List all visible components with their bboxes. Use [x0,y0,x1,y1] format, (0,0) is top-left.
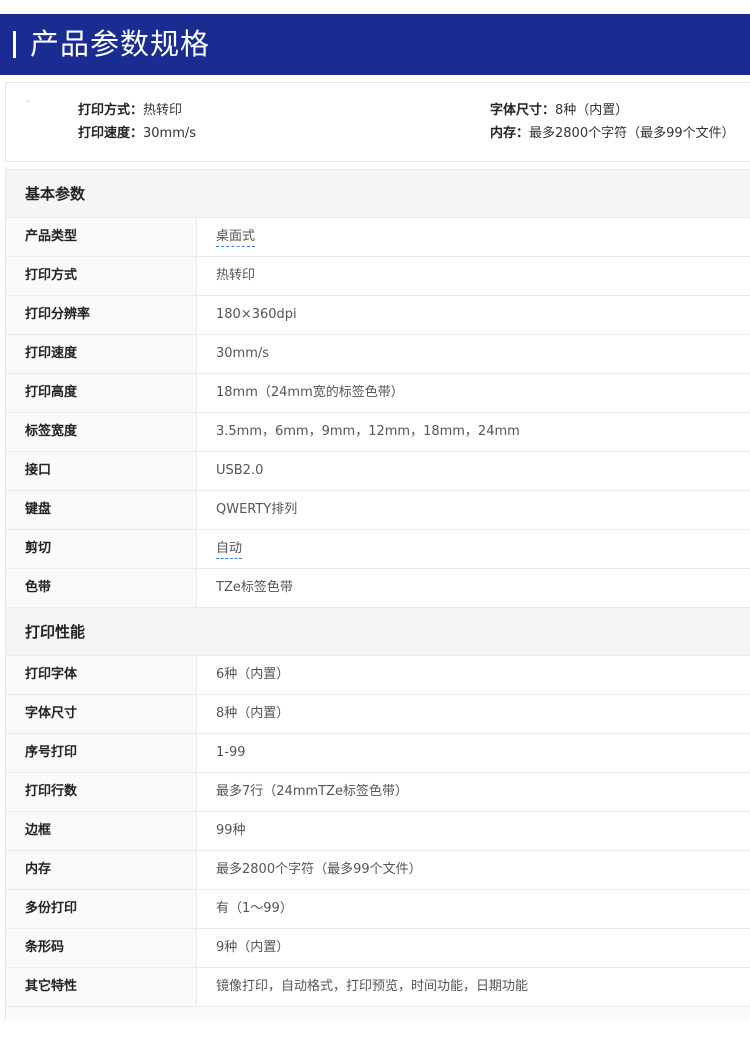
table-row: 产品类型 桌面式 [6,218,750,257]
summary-print-speed: 打印速度：30mm/s [78,126,197,141]
summary-font-size: 字体尺寸：8种（内置） [490,103,629,118]
row-value: 8种（内置） [216,706,290,721]
table-row: 条形码 9种（内置） [6,929,750,968]
table-row: 边框 99种 [6,812,750,851]
row-label: 多份打印 [25,901,78,916]
table-row: 打印高度 18mm（24mm宽的标签色带） [6,374,750,413]
banner-accent-bar [13,31,16,58]
row-value: QWERTY排列 [216,502,298,517]
table-row: 剪切 自动 [6,530,750,569]
row-label: 键盘 [25,502,52,517]
row-value: 3.5mm，6mm，9mm，12mm，18mm，24mm [216,424,520,439]
table-row: 标签宽度 3.5mm，6mm，9mm，12mm，18mm，24mm [6,413,750,452]
table-row: 打印方式 热转印 [6,257,750,296]
row-label: 字体尺寸 [25,706,78,721]
row-value: 镜像打印，自动格式，打印预览，时间功能，日期功能 [216,979,529,994]
row-value: 18mm（24mm宽的标签色带） [216,385,404,400]
row-label: 打印行数 [25,784,78,799]
bullet-icon [26,99,30,103]
row-label: 其它特性 [25,979,78,994]
row-value: TZe标签色带 [216,580,293,595]
row-label: 标签宽度 [25,424,78,439]
section-header-performance: 打印性能 [6,608,750,656]
table-row: 其它特性 镜像打印，自动格式，打印预览，时间功能，日期功能 [6,968,750,1007]
row-label: 打印分辨率 [25,307,91,322]
row-value: 99种 [216,823,246,838]
cutter-link[interactable]: 自动 [216,540,243,559]
summary-panel: 打印方式：热转印 打印速度：30mm/s 字体尺寸：8种（内置） 内存：最多28… [5,82,750,162]
table-row: 内存 最多2800个字符（最多99个文件） [6,851,750,890]
row-value: USB2.0 [216,463,264,478]
row-value: 热转印 [216,268,256,283]
row-label: 条形码 [25,940,65,955]
header-banner: 产品参数规格 [0,14,750,75]
row-value: 9种（内置） [216,940,290,955]
row-label: 打印方式 [25,268,78,283]
row-label: 剪切 [25,541,52,556]
row-label: 色带 [25,580,52,595]
row-value: 6种（内置） [216,667,290,682]
table-row: 打印分辨率 180×360dpi [6,296,750,335]
section-header-basic: 基本参数 [6,170,750,218]
row-label: 边框 [25,823,52,838]
table-row: 多份打印 有（1～99） [6,890,750,929]
row-label: 内存 [25,862,52,877]
product-type-link[interactable]: 桌面式 [216,228,256,247]
row-label: 产品类型 [25,229,78,244]
summary-memory: 内存：最多2800个字符（最多99个文件） [490,126,735,141]
row-label: 打印高度 [25,385,78,400]
table-row: 键盘 QWERTY排列 [6,491,750,530]
row-value: 30mm/s [216,346,270,361]
row-label: 打印速度 [25,346,78,361]
table-row: 打印行数 最多7行（24mmTZe标签色带） [6,773,750,812]
page-title: 产品参数规格 [30,27,211,61]
summary-print-method: 打印方式：热转印 [78,103,183,118]
table-row: 打印速度 30mm/s [6,335,750,374]
row-value: 1-99 [216,745,246,760]
table-row: 接口 USB2.0 [6,452,750,491]
row-label: 打印字体 [25,667,78,682]
table-row: 序号打印 1-99 [6,734,750,773]
row-label: 序号打印 [25,745,78,760]
row-value: 有（1～99） [216,901,293,916]
table-row: 打印字体 6种（内置） [6,656,750,695]
row-value: 180×360dpi [216,307,297,322]
row-label: 接口 [25,463,52,478]
table-row: 色带 TZe标签色带 [6,569,750,608]
spec-table: 基本参数 产品类型 桌面式 打印方式 热转印 打印分辨率 180×360dpi … [5,169,750,1020]
row-value: 最多7行（24mmTZe标签色带） [216,784,408,799]
table-row: 字体尺寸 8种（内置） [6,695,750,734]
row-value: 最多2800个字符（最多99个文件） [216,862,422,877]
